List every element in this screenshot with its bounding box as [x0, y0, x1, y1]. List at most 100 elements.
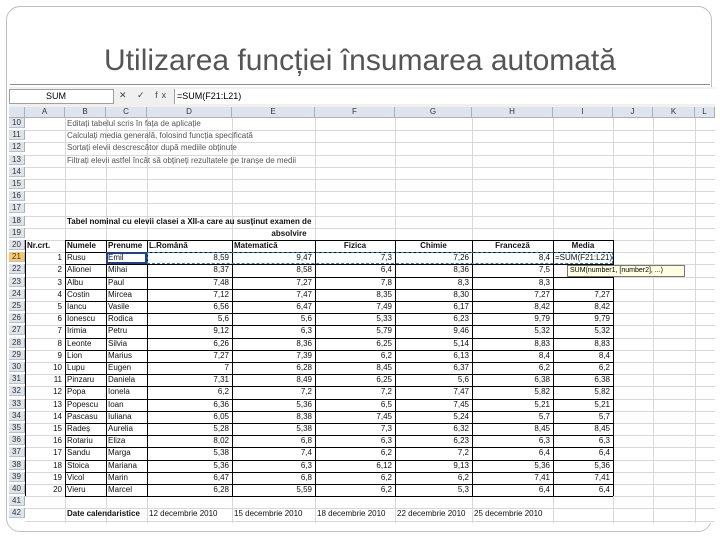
- row-header-24[interactable]: 24: [9, 288, 25, 299]
- row-header-20[interactable]: 20: [9, 240, 25, 250]
- cell-franceza[interactable]: 6,2: [474, 363, 550, 373]
- cell-chimie[interactable]: 6,32: [397, 424, 469, 434]
- cell-nume[interactable]: Leonte: [67, 339, 103, 349]
- column-title[interactable]: Prenume: [108, 241, 145, 251]
- column-title[interactable]: Chimie: [397, 241, 470, 251]
- cell-nr[interactable]: 4: [27, 290, 62, 300]
- cell-romana[interactable]: 6,47: [149, 473, 229, 483]
- exam-date[interactable]: 18 decembrie 2010: [317, 509, 407, 519]
- cell-prenume[interactable]: Marin: [108, 473, 144, 483]
- cell-chimie[interactable]: 6,23: [397, 436, 469, 446]
- cell-nume[interactable]: Vieru: [67, 485, 103, 495]
- cell-mate[interactable]: 6,3: [234, 326, 312, 336]
- cell-romana[interactable]: 8,37: [149, 265, 229, 275]
- cell-nr[interactable]: 9: [27, 351, 62, 361]
- cell-romana[interactable]: 7: [149, 363, 229, 373]
- cell-media[interactable]: 8,4: [555, 351, 610, 361]
- cell-mate[interactable]: 6,47: [234, 302, 312, 312]
- cell-franceza[interactable]: 5,36: [474, 461, 550, 471]
- cell-nr[interactable]: 14: [27, 412, 62, 422]
- cell-nr[interactable]: 20: [27, 485, 62, 495]
- instruction-note[interactable]: Filtrați elevii astfel încât să obțineți…: [67, 156, 627, 166]
- cell-nr[interactable]: 6: [27, 314, 62, 324]
- row-header-16[interactable]: 16: [9, 191, 25, 202]
- row-header-37[interactable]: 37: [9, 447, 25, 458]
- column-title[interactable]: Franceză: [474, 241, 551, 251]
- cell-franceza[interactable]: 6,3: [474, 436, 550, 446]
- cell-franceza[interactable]: 7,41: [474, 473, 550, 483]
- column-header-h[interactable]: H: [472, 107, 553, 118]
- cell-nume[interactable]: Rusu: [67, 253, 103, 263]
- cell-media[interactable]: 5,82: [555, 387, 610, 397]
- cell-franceza[interactable]: 8,3: [474, 278, 550, 288]
- cell-romana[interactable]: 5,6: [149, 314, 229, 324]
- cell-prenume[interactable]: Daniela: [108, 375, 144, 385]
- cell-franceza[interactable]: 5,82: [474, 387, 550, 397]
- cell-media[interactable]: 8,45: [555, 424, 610, 434]
- row-header-27[interactable]: 27: [9, 325, 25, 336]
- cell-nr[interactable]: 10: [27, 363, 62, 373]
- exam-date[interactable]: 25 decembrie 2010: [474, 509, 564, 519]
- cell-nr[interactable]: 18: [27, 461, 62, 471]
- cell-prenume[interactable]: Vasile: [108, 302, 144, 312]
- column-title[interactable]: Matematică: [234, 241, 313, 251]
- cell-nr[interactable]: 2: [27, 265, 62, 275]
- cell-mate[interactable]: 6,8: [234, 436, 312, 446]
- cell-nume[interactable]: Alionei: [67, 265, 103, 275]
- cell-prenume[interactable]: Rodica: [108, 314, 144, 324]
- cell-romana[interactable]: 6,36: [149, 400, 229, 410]
- dates-label[interactable]: Date calendaristice: [67, 509, 147, 519]
- name-box[interactable]: SUM: [9, 89, 114, 104]
- cell-franceza[interactable]: 8,45: [474, 424, 550, 434]
- cell-franceza[interactable]: 7,27: [474, 290, 550, 300]
- column-header-a[interactable]: A: [25, 107, 65, 118]
- cell-prenume[interactable]: Mihai: [108, 265, 144, 275]
- cell-prenume[interactable]: Eugen: [108, 363, 144, 373]
- cell-romana[interactable]: 5,38: [149, 448, 229, 458]
- cell-mate[interactable]: 8,49: [234, 375, 312, 385]
- row-header-36[interactable]: 36: [9, 435, 25, 446]
- cell-chimie[interactable]: 7,45: [397, 400, 469, 410]
- row-header-14[interactable]: 14: [9, 166, 25, 177]
- cell-prenume[interactable]: Silvia: [108, 339, 144, 349]
- formula-bar-icons[interactable]: ✕ ✓ fx: [119, 90, 170, 101]
- cell-nume[interactable]: Iancu: [67, 302, 103, 312]
- cell-chimie[interactable]: 7,47: [397, 387, 469, 397]
- row-header-41[interactable]: 41: [9, 496, 25, 507]
- cell-mate[interactable]: 6,28: [234, 363, 312, 373]
- cell-prenume[interactable]: Mariana: [108, 461, 144, 471]
- instruction-note[interactable]: Editați tabelul scris în fața de aplicaț…: [67, 119, 627, 129]
- cell-nume[interactable]: Sandu: [67, 448, 103, 458]
- cell-chimie[interactable]: 5,6: [397, 375, 469, 385]
- cell-romana[interactable]: 5,36: [149, 461, 229, 471]
- cell-prenume[interactable]: Mircea: [108, 290, 144, 300]
- cell-prenume[interactable]: Petru: [108, 326, 144, 336]
- cell-fizica[interactable]: 7,49: [317, 302, 392, 312]
- exam-date[interactable]: 12 decembrie 2010: [149, 509, 239, 519]
- cell-fizica[interactable]: 7,45: [317, 412, 392, 422]
- cell-prenume[interactable]: Eliza: [108, 436, 144, 446]
- cell-media[interactable]: 6,3: [555, 436, 610, 446]
- cell-fizica[interactable]: 6,25: [317, 339, 392, 349]
- cell-fizica[interactable]: 6,25: [317, 375, 392, 385]
- cell-nume[interactable]: Ionescu: [67, 314, 103, 324]
- cell-mate[interactable]: 8,38: [234, 412, 312, 422]
- cell-fizica[interactable]: 6,3: [317, 436, 392, 446]
- row-header-11[interactable]: 11: [9, 130, 25, 141]
- column-title[interactable]: L.Română: [149, 241, 230, 251]
- cell-mate[interactable]: 7,2: [234, 387, 312, 397]
- cell-fizica[interactable]: 6,4: [317, 265, 392, 275]
- cell-nume[interactable]: Popescu: [67, 400, 103, 410]
- cell-media[interactable]: 6,2: [555, 363, 610, 373]
- cell-nr[interactable]: 15: [27, 424, 62, 434]
- row-header-10[interactable]: 10: [9, 118, 25, 128]
- cell-chimie[interactable]: 6,23: [397, 314, 469, 324]
- cell-nume[interactable]: Albu: [67, 278, 103, 288]
- row-header-39[interactable]: 39: [9, 471, 25, 482]
- row-header-28[interactable]: 28: [9, 337, 25, 348]
- cell-chimie[interactable]: 6,2: [397, 473, 469, 483]
- column-title[interactable]: Numele: [67, 241, 104, 251]
- cell-romana[interactable]: 7,31: [149, 375, 229, 385]
- cell-mate[interactable]: 8,36: [234, 339, 312, 349]
- cell-nr[interactable]: 13: [27, 400, 62, 410]
